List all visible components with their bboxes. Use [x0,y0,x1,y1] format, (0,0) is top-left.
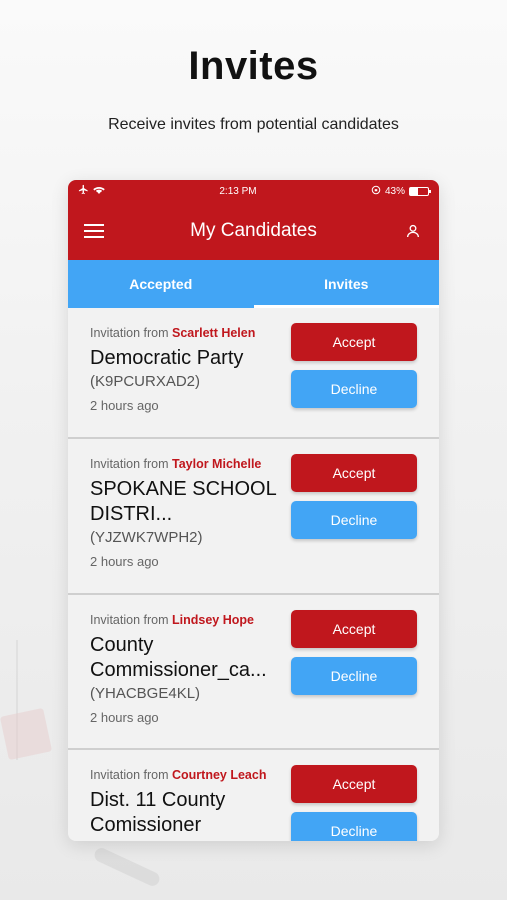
tab-accepted[interactable]: Accepted [68,260,254,308]
airplane-icon [78,184,89,198]
invite-card: Invitation from Taylor Michelle SPOKANE … [68,439,439,595]
menu-icon[interactable] [82,219,106,243]
app-header: My Candidates [68,202,439,260]
status-bar: 2:13 PM 43% [68,180,439,202]
invite-list: Invitation from Scarlett Helen Democrati… [68,308,439,841]
invite-title: Dist. 11 County Comissioner [90,789,226,836]
tab-invites[interactable]: Invites [254,260,440,308]
accept-button[interactable]: Accept [291,454,417,492]
invite-title: Democratic Party [90,347,244,369]
accept-button[interactable]: Accept [291,323,417,361]
invitation-prefix: Invitation from [90,457,169,471]
rotation-lock-icon [371,185,381,198]
promo-title: Invites [188,44,319,88]
inviter-name[interactable]: Taylor Michelle [172,457,261,471]
invite-card: Invitation from Scarlett Helen Democrati… [68,308,439,439]
inviter-name[interactable]: Lindsey Hope [172,613,254,627]
person-icon[interactable] [401,219,425,243]
inviter-name[interactable]: Scarlett Helen [172,326,255,340]
invite-card: Invitation from Courtney Leach Dist. 11 … [68,750,439,841]
decline-button[interactable]: Decline [291,370,417,408]
background-decoration [92,845,162,889]
accept-button[interactable]: Accept [291,765,417,803]
invitation-prefix: Invitation from [90,613,169,627]
battery-percent: 43% [384,185,405,197]
wifi-icon [93,185,105,198]
page-title: My Candidates [190,220,317,241]
phone-screen: 2:13 PM 43% My Candidates Accepted Invit… [68,180,439,841]
battery-level [409,187,418,195]
invite-time: 2 hours ago [90,710,159,725]
invite-card: Invitation from Lindsey Hope County Comm… [68,595,439,750]
background-decoration [0,707,53,761]
invite-title: SPOKANE SCHOOL DISTRI... [90,478,276,525]
invite-title: County Commissioner_ca... [90,634,267,681]
status-time: 2:13 PM [219,185,257,197]
promo-subtitle: Receive invites from potential candidate… [108,116,399,133]
tab-bar: Accepted Invites [68,260,439,308]
invitation-prefix: Invitation from [90,326,169,340]
invite-time: 2 hours ago [90,554,159,569]
decline-button[interactable]: Decline [291,812,417,841]
accept-button[interactable]: Accept [291,610,417,648]
inviter-name[interactable]: Courtney Leach [172,768,266,782]
decline-button[interactable]: Decline [291,501,417,539]
decline-button[interactable]: Decline [291,657,417,695]
battery-icon [408,186,431,196]
invitation-prefix: Invitation from [90,768,169,782]
